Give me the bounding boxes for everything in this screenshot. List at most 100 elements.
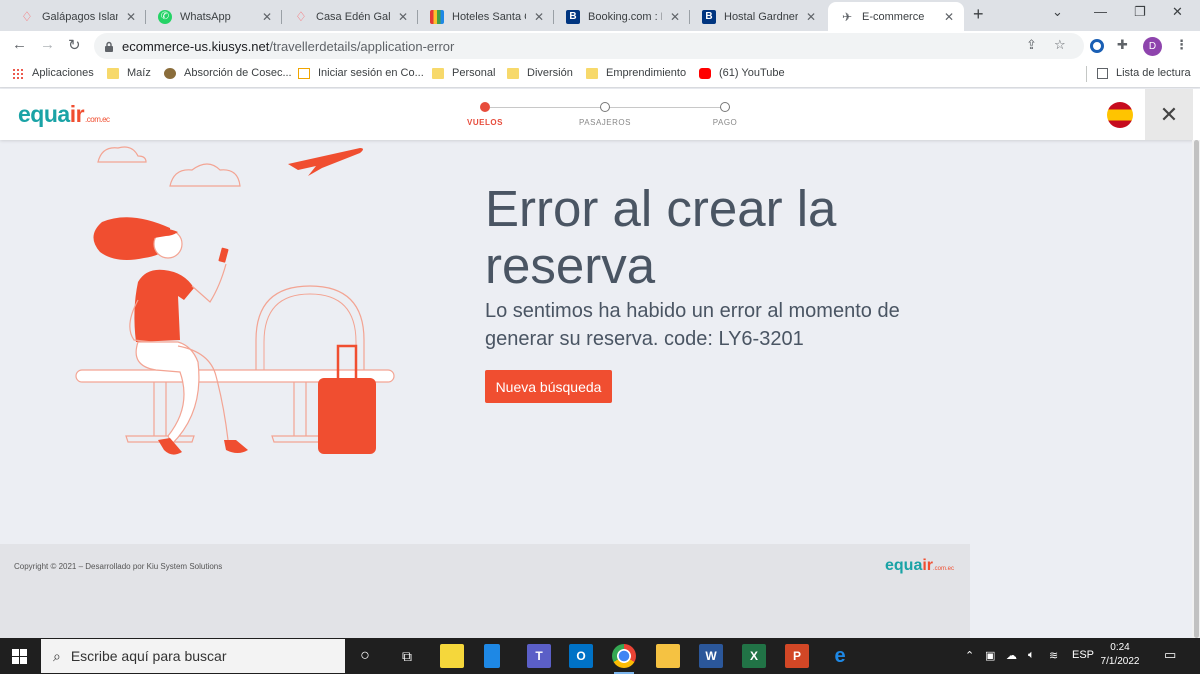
volume-icon[interactable]: 🔈︎ bbox=[1028, 649, 1035, 662]
reading-list-button[interactable]: Lista de lectura bbox=[1097, 67, 1191, 79]
cortana-icon[interactable]: ○ bbox=[353, 644, 377, 668]
plane-icon: ✈ bbox=[841, 9, 853, 24]
close-icon[interactable]: ✕ bbox=[532, 10, 546, 24]
close-icon[interactable]: ✕ bbox=[668, 10, 682, 24]
tab-hostal-gardner[interactable]: B Hostal Gardner G ✕ bbox=[690, 2, 826, 31]
word-icon[interactable]: W bbox=[699, 644, 723, 668]
reading-list-label: Lista de lectura bbox=[1116, 67, 1191, 79]
close-icon[interactable]: ✕ bbox=[804, 10, 818, 24]
restore-button[interactable]: ❐ bbox=[1134, 4, 1146, 20]
close-icon[interactable]: ✕ bbox=[942, 10, 956, 24]
windows-start-button[interactable] bbox=[12, 649, 27, 664]
onedrive-icon[interactable]: ☁ bbox=[1006, 649, 1017, 662]
extension-icon[interactable] bbox=[1090, 39, 1104, 53]
bookmark-maiz[interactable]: Maíz bbox=[107, 67, 151, 79]
bookmark-personal[interactable]: Personal bbox=[432, 67, 495, 79]
folder-icon bbox=[432, 67, 444, 79]
back-button[interactable]: ← bbox=[12, 36, 27, 53]
cloud-icon bbox=[97, 146, 147, 163]
bookmark-label: (61) YouTube bbox=[719, 67, 785, 79]
tab-galapagos[interactable]: ♢ Galápagos Island ✕ bbox=[8, 2, 146, 31]
scrollbar-thumb[interactable] bbox=[1194, 140, 1199, 638]
powerpoint-icon[interactable]: P bbox=[785, 644, 809, 668]
step-dot bbox=[480, 102, 490, 112]
airbnb-icon: ♢ bbox=[21, 8, 33, 24]
tab-hoteles[interactable]: Hoteles Santa Cr ✕ bbox=[418, 2, 554, 31]
url-path: /travellerdetails/application-error bbox=[269, 38, 455, 54]
bookmark-label: Aplicaciones bbox=[32, 67, 94, 79]
step-vuelos: VUELOS bbox=[440, 99, 530, 127]
tab-whatsapp[interactable]: ✆ WhatsApp ✕ bbox=[146, 2, 282, 31]
close-icon: ✕ bbox=[1159, 101, 1179, 127]
tab-title: Hoteles Santa Cr bbox=[452, 10, 526, 23]
bookmark-label: Personal bbox=[452, 67, 496, 79]
chrome-icon[interactable] bbox=[612, 644, 636, 674]
excel-icon[interactable]: X bbox=[742, 644, 766, 668]
bookmark-absorcion[interactable]: Absorción de Cosec... bbox=[164, 67, 292, 79]
clock-time: 0:24 bbox=[1110, 642, 1130, 653]
notifications-icon[interactable]: ▭ bbox=[1164, 647, 1176, 663]
system-clock[interactable]: 0:24 7/1/2022 bbox=[1098, 641, 1142, 669]
seal-icon bbox=[164, 67, 176, 79]
sticky-notes-icon[interactable] bbox=[440, 644, 464, 668]
file-explorer-icon[interactable] bbox=[656, 644, 680, 668]
reading-list-icon bbox=[1097, 67, 1108, 79]
bookmark-diversion[interactable]: Diversión bbox=[507, 67, 573, 79]
step-label: VUELOS bbox=[467, 118, 503, 127]
bookmark-apps[interactable]: Aplicaciones bbox=[12, 67, 94, 79]
tab-ecommerce[interactable]: ✈ E-commerce ✕ bbox=[828, 2, 964, 31]
equair-logo[interactable]: equair.com.ec bbox=[18, 101, 110, 128]
bookmark-star-icon[interactable]: ☆ bbox=[1054, 37, 1066, 53]
close-icon[interactable]: ✕ bbox=[396, 10, 410, 24]
traveler-illustration bbox=[75, 146, 395, 455]
bookmark-emprendimiento[interactable]: Emprendimiento bbox=[586, 67, 686, 79]
profile-avatar[interactable]: D bbox=[1143, 37, 1162, 56]
tab-casa-eden[interactable]: ♢ Casa Edén Galápa ✕ bbox=[282, 2, 418, 31]
booking-stepper: VUELOS PASAJEROS PAGO bbox=[460, 99, 760, 131]
share-icon[interactable]: ⇪ bbox=[1026, 37, 1037, 53]
spain-flag-icon[interactable] bbox=[1107, 102, 1133, 128]
teams-icon[interactable]: T bbox=[527, 644, 551, 668]
error-message: Lo sentimos ha habido un error al moment… bbox=[485, 300, 900, 350]
tab-search-icon[interactable]: ⌄ bbox=[1052, 4, 1063, 20]
extensions-puzzle-icon[interactable]: ✚ bbox=[1117, 37, 1128, 53]
new-search-button[interactable]: Nueva búsqueda bbox=[485, 370, 612, 403]
footer-equair-logo[interactable]: equair.com.ec bbox=[885, 557, 954, 575]
phone-icon bbox=[218, 247, 229, 263]
search-icon: ⌕ bbox=[53, 647, 61, 664]
bookmark-iniciar-sesion[interactable]: Iniciar sesión en Co... bbox=[298, 67, 424, 79]
minimize-button[interactable]: — bbox=[1094, 4, 1107, 19]
task-view-icon[interactable]: ⧉ bbox=[395, 644, 419, 668]
close-booking-button[interactable]: ✕ bbox=[1145, 89, 1193, 140]
airbnb-icon: ♢ bbox=[295, 8, 307, 24]
reload-button[interactable]: ↻ bbox=[68, 36, 81, 54]
close-icon[interactable]: ✕ bbox=[124, 10, 138, 24]
security-icon[interactable]: ▣ bbox=[985, 649, 995, 662]
folder-icon bbox=[107, 67, 119, 79]
taskbar-search-box[interactable]: ⌕ Escribe aquí para buscar bbox=[41, 639, 345, 673]
cloud-icon bbox=[169, 163, 241, 187]
bookmark-youtube[interactable]: (61) YouTube bbox=[699, 67, 785, 79]
booking-icon: B bbox=[566, 9, 580, 24]
tablet-app-icon[interactable] bbox=[484, 644, 500, 668]
folder-icon bbox=[507, 67, 519, 79]
woman-legs bbox=[135, 341, 200, 446]
language-indicator[interactable]: ESP bbox=[1072, 649, 1094, 661]
step-label: PAGO bbox=[712, 118, 738, 127]
internet-explorer-icon[interactable]: e bbox=[828, 644, 852, 668]
outlook-icon[interactable]: O bbox=[569, 644, 593, 668]
window-close-button[interactable]: ✕ bbox=[1172, 4, 1183, 20]
tab-title: Casa Edén Galápa bbox=[316, 10, 390, 23]
forward-button[interactable]: → bbox=[40, 36, 55, 53]
bookmarks-divider bbox=[1086, 66, 1087, 82]
tray-chevron-icon[interactable]: ⌃ bbox=[965, 649, 974, 662]
close-icon[interactable]: ✕ bbox=[260, 10, 274, 24]
youtube-icon bbox=[699, 67, 711, 79]
tab-booking[interactable]: B Booking.com : Ho ✕ bbox=[554, 2, 690, 31]
bench-arch-inner bbox=[263, 293, 357, 370]
address-bar[interactable]: ecommerce-us.kiusys.net/travellerdetails… bbox=[94, 33, 1084, 59]
wifi-icon[interactable]: ≋ bbox=[1049, 649, 1058, 662]
new-tab-button[interactable]: + bbox=[973, 4, 984, 25]
site-icon bbox=[298, 67, 310, 79]
menu-kebab-icon[interactable]: ⋮ bbox=[1175, 37, 1188, 53]
